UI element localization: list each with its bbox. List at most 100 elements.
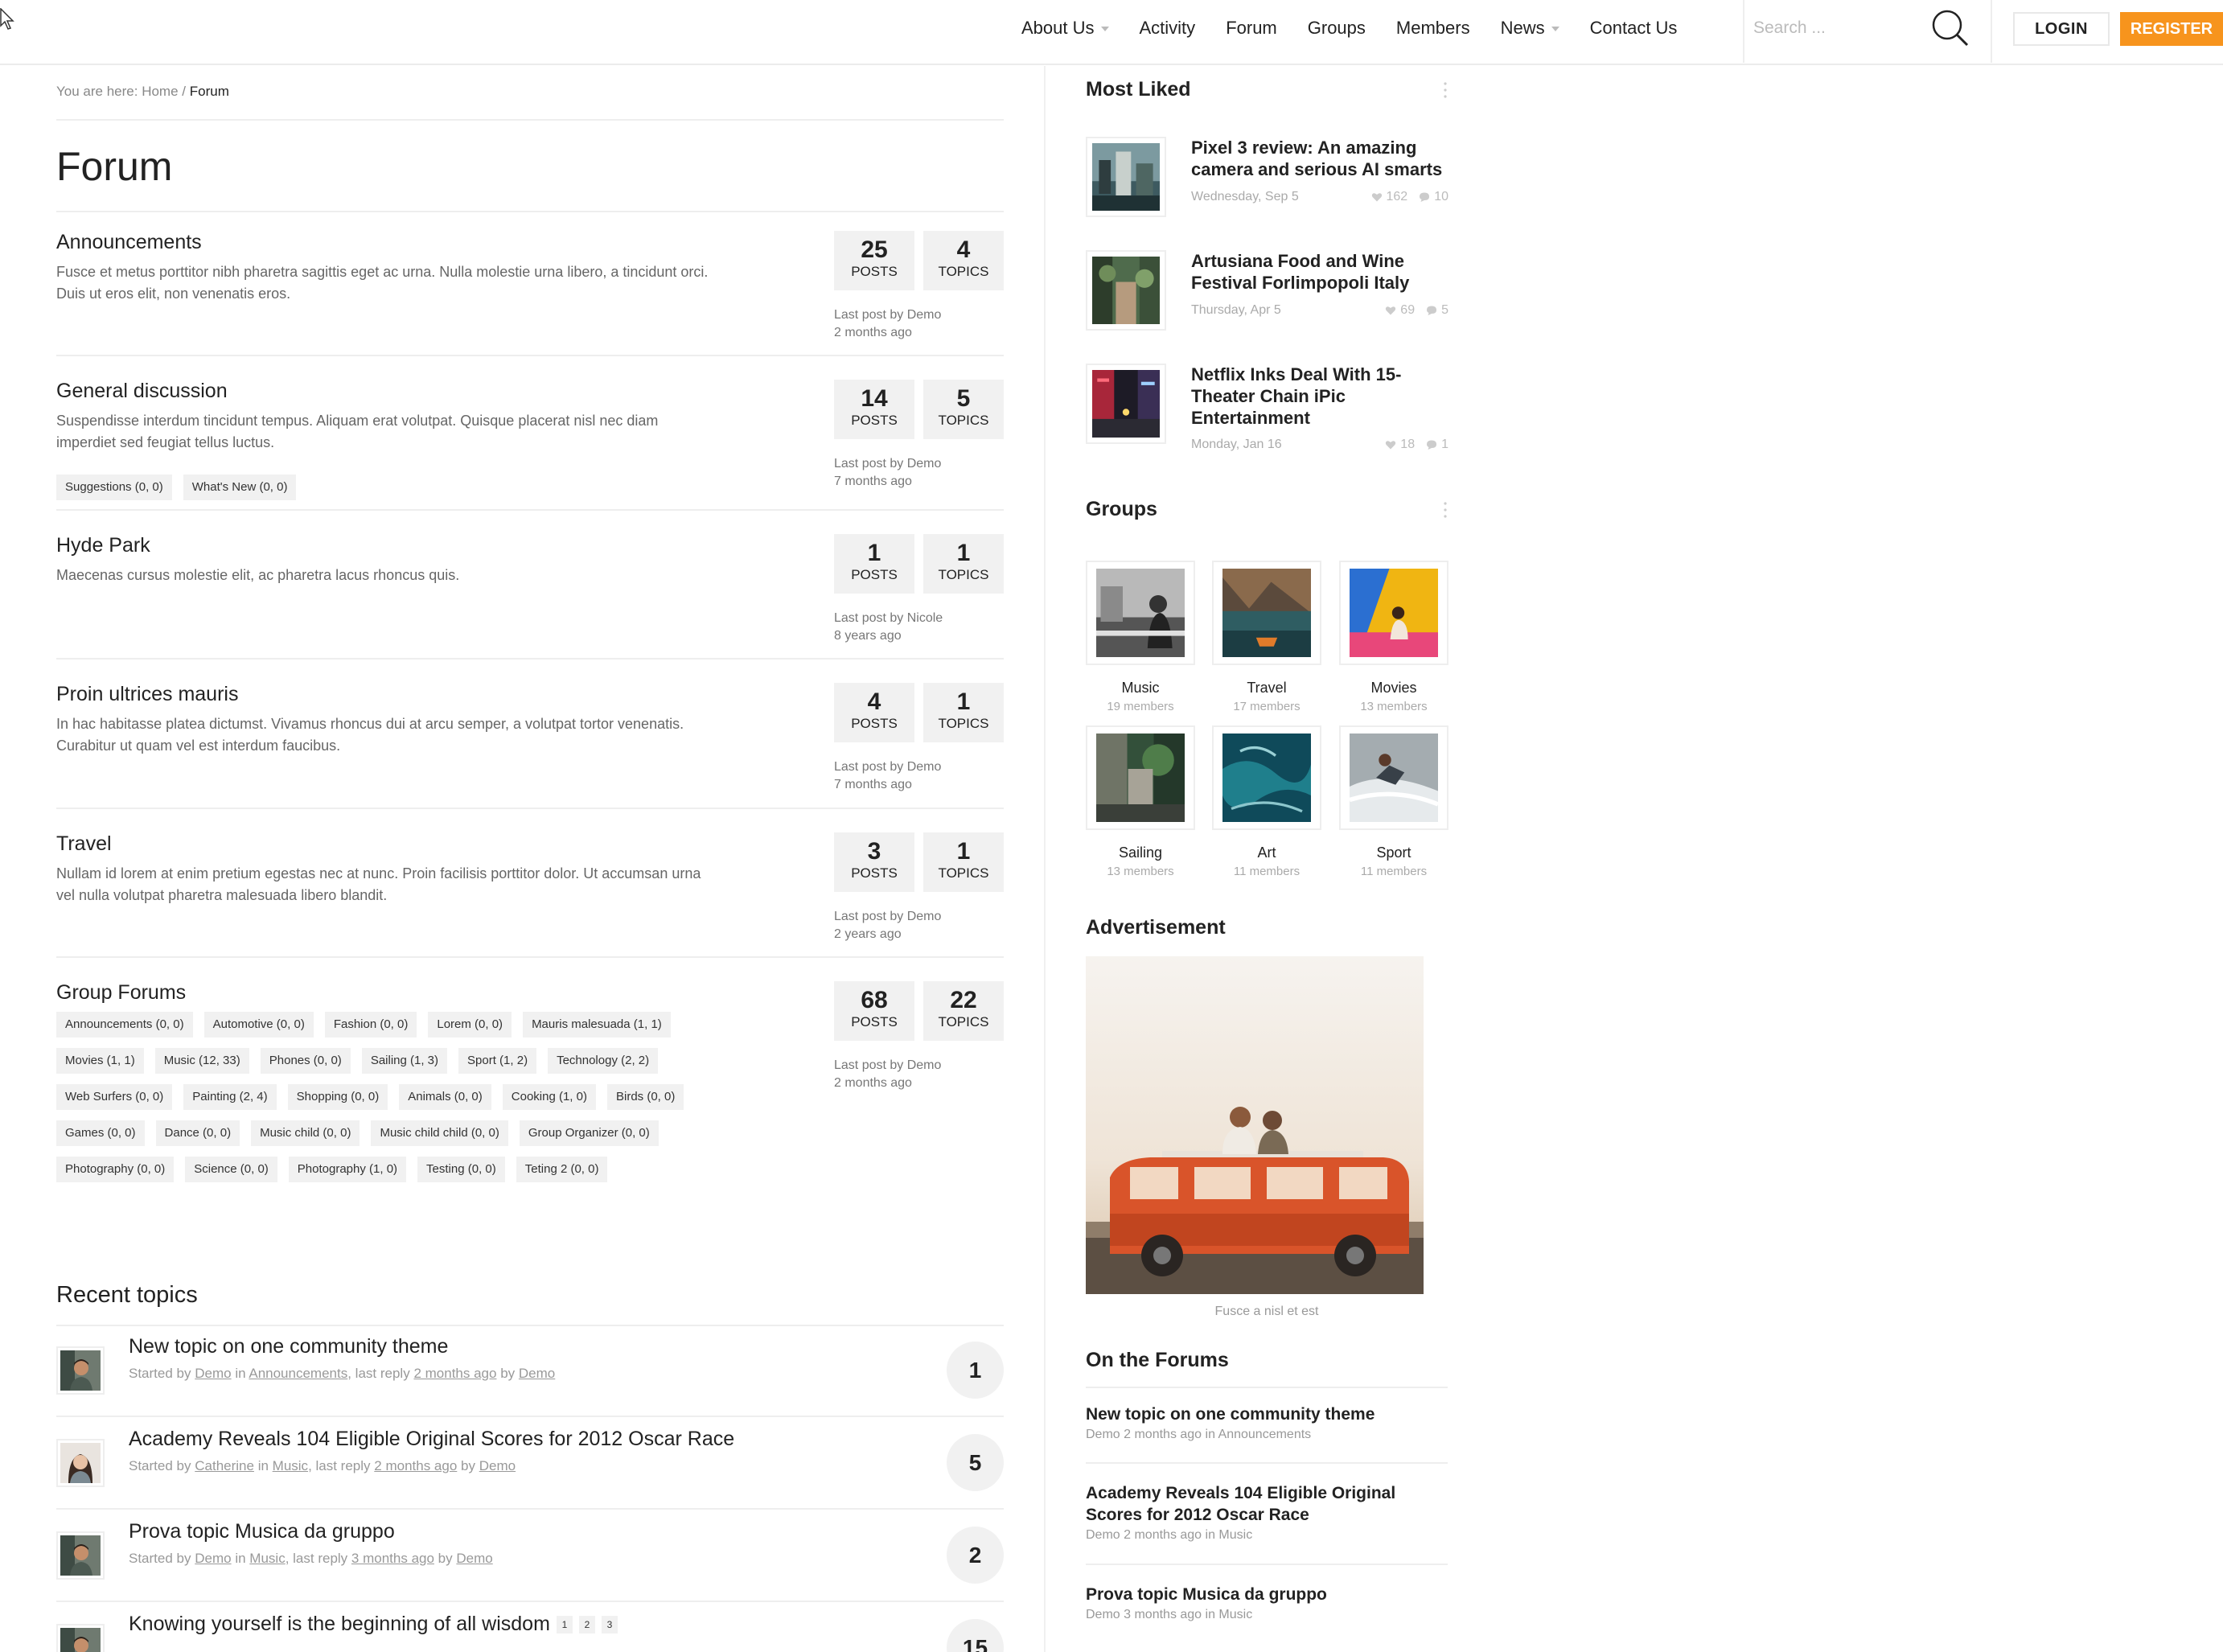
- subforum-tag[interactable]: Birds (0, 0): [606, 1084, 684, 1110]
- last-reply-author-link[interactable]: Demo: [456, 1551, 492, 1566]
- subforum-tag[interactable]: Shopping (0, 0): [287, 1084, 388, 1110]
- group-card[interactable]: Movies 13 members: [1339, 561, 1448, 713]
- group-name-link[interactable]: Sailing: [1086, 844, 1195, 861]
- group-avatar[interactable]: [1339, 725, 1448, 830]
- group-name-link[interactable]: Music: [1086, 680, 1195, 697]
- subforum-tag[interactable]: Photography (1, 0): [288, 1157, 407, 1182]
- subforum-tag[interactable]: Testing (0, 0): [417, 1157, 505, 1182]
- forum-title-link[interactable]: General discussion: [56, 380, 228, 403]
- topic-page-link[interactable]: 3: [601, 1615, 618, 1634]
- search-input[interactable]: [1753, 13, 1914, 43]
- last-reply-author-link[interactable]: Demo: [519, 1366, 555, 1381]
- group-name-link[interactable]: Art: [1212, 844, 1321, 861]
- topic-page-link[interactable]: 2: [578, 1615, 595, 1634]
- group-avatar[interactable]: [1212, 561, 1321, 665]
- subforum-tag[interactable]: Music child child (0, 0): [371, 1120, 508, 1146]
- group-card[interactable]: Sailing 13 members: [1086, 725, 1195, 878]
- subforum-tag[interactable]: Phones (0, 0): [260, 1048, 351, 1074]
- subforum-tag[interactable]: Cooking (1, 0): [502, 1084, 596, 1110]
- group-avatar[interactable]: [1086, 725, 1195, 830]
- group-card[interactable]: Music 19 members: [1086, 561, 1195, 713]
- post-title-link[interactable]: Netflix Inks Deal With 15-Theater Chain …: [1191, 364, 1448, 429]
- group-avatar[interactable]: [1212, 725, 1321, 830]
- breadcrumb-home-link[interactable]: Home: [142, 84, 178, 99]
- subforum-tag[interactable]: Suggestions (0, 0): [56, 475, 172, 500]
- topic-forum-link[interactable]: Announcements: [249, 1366, 347, 1381]
- subforum-tag[interactable]: Fashion (0, 0): [324, 1012, 417, 1038]
- last-reply-time-link[interactable]: 2 months ago: [413, 1366, 496, 1381]
- subforum-tag[interactable]: Painting (2, 4): [183, 1084, 277, 1110]
- group-name-link[interactable]: Movies: [1339, 680, 1448, 697]
- post-thumbnail[interactable]: [1086, 250, 1166, 331]
- subforum-tag[interactable]: Dance (0, 0): [155, 1120, 240, 1146]
- topic-page-link[interactable]: 1: [556, 1615, 573, 1634]
- nav-item-about-us[interactable]: About Us: [1021, 18, 1109, 39]
- topic-title-link[interactable]: Prova topic Musica da gruppo: [129, 1520, 395, 1543]
- subforum-tag[interactable]: Automotive (0, 0): [203, 1012, 314, 1038]
- avatar[interactable]: [56, 1439, 105, 1487]
- register-button[interactable]: REGISTER: [2120, 12, 2223, 46]
- group-card[interactable]: Travel 17 members: [1212, 561, 1321, 713]
- subforum-tag[interactable]: Web Surfers (0, 0): [56, 1084, 173, 1110]
- avatar[interactable]: [56, 1531, 105, 1580]
- forum-topic-link[interactable]: Academy Reveals 104 Eligible Original Sc…: [1086, 1482, 1448, 1526]
- login-button[interactable]: LOGIN: [2013, 12, 2110, 46]
- topic-title-link[interactable]: New topic on one community theme: [129, 1335, 448, 1358]
- post-title-link[interactable]: Artusiana Food and Wine Festival Forlimp…: [1191, 250, 1448, 294]
- avatar[interactable]: [56, 1624, 105, 1652]
- topic-forum-link[interactable]: Music: [273, 1458, 308, 1473]
- last-reply-time-link[interactable]: 3 months ago: [351, 1551, 434, 1566]
- subforum-tag[interactable]: Science (0, 0): [185, 1157, 277, 1182]
- subforum-tag[interactable]: Music child (0, 0): [251, 1120, 360, 1146]
- group-name-link[interactable]: Sport: [1339, 844, 1448, 861]
- subforum-tag[interactable]: Sport (1, 2): [458, 1048, 537, 1074]
- topic-title-link[interactable]: Knowing yourself is the beginning of all…: [129, 1613, 550, 1636]
- advertisement-image[interactable]: [1086, 956, 1424, 1294]
- search-icon[interactable]: [1930, 8, 1970, 48]
- subforum-tag[interactable]: Mauris malesuada (1, 1): [523, 1012, 671, 1038]
- nav-item-groups[interactable]: Groups: [1308, 18, 1366, 39]
- subforum-tag[interactable]: Announcements (0, 0): [56, 1012, 193, 1038]
- group-card[interactable]: Art 11 members: [1212, 725, 1321, 878]
- nav-item-news[interactable]: News: [1501, 18, 1559, 39]
- topic-title-link[interactable]: Academy Reveals 104 Eligible Original Sc…: [129, 1428, 734, 1451]
- last-reply-author-link[interactable]: Demo: [479, 1458, 516, 1473]
- post-thumbnail[interactable]: [1086, 364, 1166, 444]
- subforum-tag[interactable]: Teting 2 (0, 0): [516, 1157, 608, 1182]
- more-options-icon[interactable]: [1444, 81, 1447, 99]
- group-card[interactable]: Sport 11 members: [1339, 725, 1448, 878]
- forum-title-link[interactable]: Hyde Park: [56, 534, 150, 557]
- group-name-link[interactable]: Travel: [1212, 680, 1321, 697]
- avatar[interactable]: [56, 1346, 105, 1395]
- topic-author-link[interactable]: Demo: [195, 1366, 231, 1381]
- last-reply-time-link[interactable]: 2 months ago: [374, 1458, 457, 1473]
- subforum-tag[interactable]: Technology (2, 2): [548, 1048, 659, 1074]
- nav-item-contact-us[interactable]: Contact Us: [1590, 18, 1678, 39]
- forum-title-link[interactable]: Announcements: [56, 231, 202, 254]
- topic-author-link[interactable]: Demo: [195, 1551, 231, 1566]
- subforum-tag[interactable]: Games (0, 0): [56, 1120, 145, 1146]
- nav-item-members[interactable]: Members: [1396, 18, 1470, 39]
- topic-author-link[interactable]: Catherine: [195, 1458, 254, 1473]
- forum-topic-link[interactable]: Prova topic Musica da gruppo: [1086, 1584, 1448, 1605]
- subforum-tag[interactable]: What's New (0, 0): [183, 475, 297, 500]
- subforum-tag[interactable]: Animals (0, 0): [399, 1084, 491, 1110]
- subforum-tag[interactable]: Photography (0, 0): [56, 1157, 175, 1182]
- more-options-icon[interactable]: [1444, 501, 1447, 519]
- post-thumbnail[interactable]: [1086, 137, 1166, 217]
- forum-title-link[interactable]: Travel: [56, 832, 112, 856]
- post-title-link[interactable]: Pixel 3 review: An amazing camera and se…: [1191, 137, 1448, 180]
- subforum-tag[interactable]: Lorem (0, 0): [428, 1012, 512, 1038]
- nav-item-activity[interactable]: Activity: [1140, 18, 1196, 39]
- forum-title-link[interactable]: Proin ultrices mauris: [56, 683, 238, 706]
- group-avatar[interactable]: [1086, 561, 1195, 665]
- nav-item-forum[interactable]: Forum: [1226, 18, 1277, 39]
- subforum-tag[interactable]: Group Organizer (0, 0): [519, 1120, 659, 1146]
- forum-title-link[interactable]: Group Forums: [56, 981, 186, 1005]
- subforum-tag[interactable]: Music (12, 33): [154, 1048, 249, 1074]
- subforum-tag[interactable]: Movies (1, 1): [56, 1048, 144, 1074]
- forum-topic-link[interactable]: New topic on one community theme: [1086, 1403, 1448, 1425]
- topic-forum-link[interactable]: Music: [249, 1551, 285, 1566]
- subforum-tag[interactable]: Sailing (1, 3): [361, 1048, 448, 1074]
- group-avatar[interactable]: [1339, 561, 1448, 665]
